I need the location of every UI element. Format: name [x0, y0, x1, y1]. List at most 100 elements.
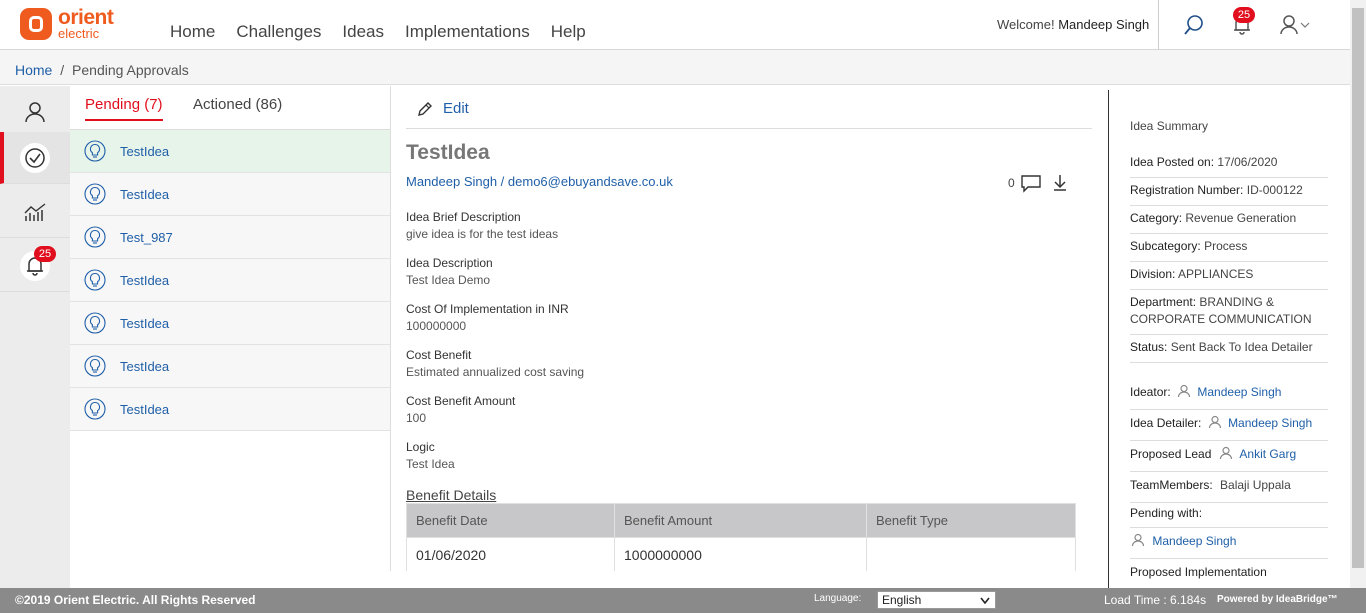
logo-mark-icon: [20, 7, 52, 40]
summary-value: Revenue Generation: [1185, 211, 1297, 225]
table-row: 01/06/2020 1000000000: [406, 537, 1076, 571]
lightbulb-icon: [84, 355, 106, 377]
list-item[interactable]: TestIdea: [70, 388, 390, 431]
proposed-lead-link[interactable]: Ankit Garg: [1239, 447, 1296, 461]
summary-label: Ideator:: [1130, 385, 1171, 399]
idea-name: Test_987: [120, 229, 173, 245]
col-benefit-amount: Benefit Amount: [614, 503, 867, 538]
field-value: 100000000: [406, 319, 467, 333]
field-cost-benefit-amount: Cost Benefit Amount 100: [406, 394, 515, 425]
nav-implementations[interactable]: Implementations: [405, 22, 530, 42]
summary-value: ID-000122: [1246, 183, 1303, 197]
header-notification-badge: 25: [1233, 7, 1255, 23]
list-item[interactable]: TestIdea: [70, 259, 390, 302]
lightbulb-icon: [84, 226, 106, 248]
search-icon[interactable]: [1183, 14, 1205, 41]
summary-label: Proposed Lead: [1130, 447, 1212, 461]
summary-value: APPLIANCES: [1178, 267, 1254, 281]
field-logic: Logic Test Idea: [406, 440, 455, 471]
summary-label: TeamMembers:: [1130, 478, 1213, 492]
field-value: Test Idea Demo: [406, 273, 491, 287]
nav-help[interactable]: Help: [551, 22, 586, 42]
field-label: Logic: [406, 440, 435, 454]
download-icon[interactable]: [1052, 174, 1068, 197]
nav-ideas[interactable]: Ideas: [342, 22, 384, 42]
comment-icon[interactable]: [1020, 174, 1042, 199]
summary-value: 17/06/2020: [1217, 155, 1278, 169]
approval-tabs: Pending (7) Actioned (86): [70, 86, 390, 130]
field-label: Cost Benefit Amount: [406, 394, 516, 408]
summary-subcategory: Subcategory: Process: [1130, 238, 1328, 262]
left-rail: 25: [0, 86, 70, 588]
rail-notifications[interactable]: 25: [0, 240, 70, 292]
orient-electric-logo[interactable]: orient electric: [20, 7, 114, 40]
nav-home[interactable]: Home: [170, 22, 215, 42]
list-item[interactable]: Test_987: [70, 216, 390, 259]
idea-name: TestIdea: [120, 272, 170, 288]
idea-name: TestIdea: [120, 401, 170, 417]
idea-detailer-link[interactable]: Mandeep Singh: [1228, 416, 1312, 430]
pending-with-link[interactable]: Mandeep Singh: [1152, 534, 1236, 548]
language-value: English: [882, 593, 922, 607]
tab-pending[interactable]: Pending (7): [85, 96, 163, 121]
idea-summary-panel: Idea Summary Idea Posted on: 17/06/2020 …: [1108, 90, 1350, 588]
field-cost-benefit: Cost Benefit Estimated annualized cost s…: [406, 348, 584, 379]
summary-division: Division: APPLIANCES: [1130, 266, 1328, 290]
edit-button[interactable]: Edit: [417, 100, 469, 117]
idea-name: TestIdea: [120, 186, 170, 202]
idea-author-link[interactable]: Mandeep Singh / demo6@ebuyandsave.co.uk: [406, 174, 673, 189]
summary-label: Idea Detailer:: [1130, 416, 1202, 430]
benefit-details-title: Benefit Details: [406, 487, 497, 503]
breadcrumb-home[interactable]: Home: [15, 62, 52, 78]
user-menu-icon[interactable]: [1280, 14, 1316, 41]
rail-profile[interactable]: [0, 86, 70, 138]
list-item[interactable]: TestIdea: [70, 302, 390, 345]
summary-team-members: TeamMembers: Balaji Uppala: [1130, 477, 1328, 503]
summary-status: Status: Sent Back To Idea Detailer: [1130, 339, 1328, 363]
benefit-table: Benefit Date Benefit Amount Benefit Type…: [406, 503, 1076, 571]
powered-by: Powered by IdeaBridge™: [1217, 594, 1338, 605]
scrollbar-thumb[interactable]: [1352, 8, 1364, 568]
summary-value: Balaji Uppala: [1220, 478, 1291, 492]
ideator-link[interactable]: Mandeep Singh: [1197, 385, 1281, 399]
nav-challenges[interactable]: Challenges: [236, 22, 321, 42]
rail-approvals[interactable]: [0, 132, 70, 184]
check-circle-icon: [20, 142, 50, 173]
lightbulb-icon: [84, 398, 106, 420]
copyright-text: ©2019 Orient Electric. All Rights Reserv…: [15, 593, 256, 607]
user-icon: [25, 101, 45, 122]
idea-name: TestIdea: [120, 358, 170, 374]
edit-label: Edit: [443, 100, 469, 117]
field-value: Test Idea: [406, 457, 455, 471]
rail-reports[interactable]: [0, 186, 70, 238]
field-value: give idea is for the test ideas: [406, 227, 559, 241]
breadcrumb-bar: Home / Pending Approvals: [0, 50, 1350, 85]
lightbulb-icon: [84, 269, 106, 291]
summary-label: Status:: [1130, 340, 1168, 354]
page-scrollbar[interactable]: [1350, 0, 1366, 588]
list-item[interactable]: TestIdea: [70, 345, 390, 388]
summary-registration: Registration Number: ID-000122: [1130, 182, 1328, 206]
col-benefit-date: Benefit Date: [406, 503, 615, 538]
breadcrumb: Home / Pending Approvals: [15, 62, 189, 78]
language-label: Language:: [814, 593, 862, 604]
list-item[interactable]: TestIdea: [70, 173, 390, 216]
summary-proposed-implementation: Proposed Implementation: [1130, 564, 1328, 587]
language-select[interactable]: English: [877, 591, 996, 609]
list-item[interactable]: TestIdea: [70, 130, 390, 173]
breadcrumb-current: Pending Approvals: [72, 62, 189, 78]
summary-pending-with: Mandeep Singh: [1130, 533, 1328, 559]
tab-actioned[interactable]: Actioned (86): [193, 96, 282, 113]
detail-divider: [406, 128, 1092, 129]
field-label: Idea Brief Description: [406, 210, 521, 224]
summary-label: Proposed Implementation: [1130, 565, 1267, 579]
lightbulb-icon: [84, 312, 106, 334]
col-benefit-type: Benefit Type: [866, 503, 1076, 538]
pencil-icon: [418, 101, 432, 116]
lightbulb-icon: [84, 183, 106, 205]
summary-label: Category:: [1130, 211, 1183, 225]
breadcrumb-separator: /: [60, 62, 65, 78]
lightbulb-icon: [84, 140, 106, 162]
summary-value: Process: [1204, 239, 1248, 253]
idea-detail: Edit TestIdea Mandeep Singh / demo6@ebuy…: [391, 86, 1108, 571]
